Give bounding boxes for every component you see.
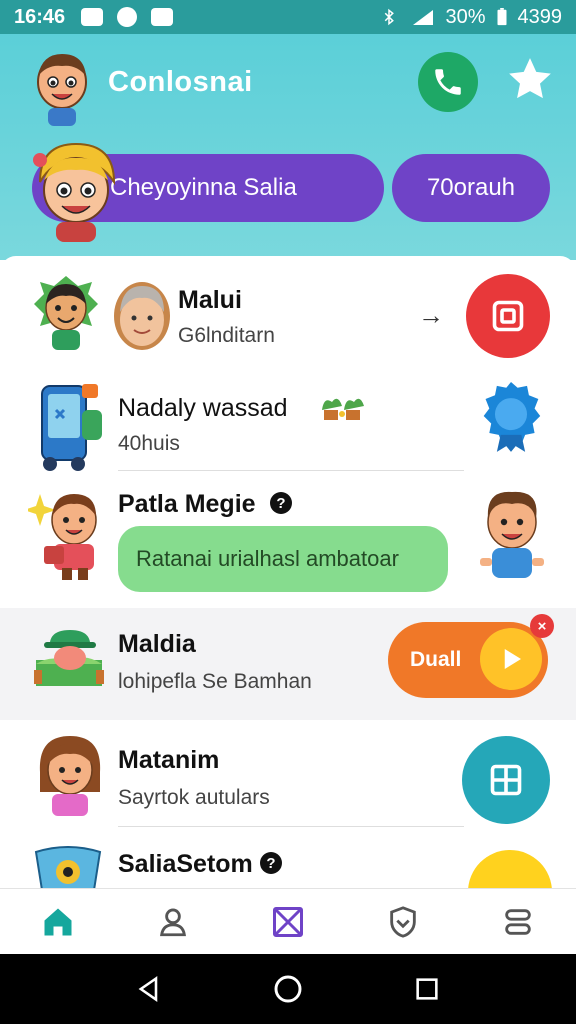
contact-photo-icon <box>114 282 170 350</box>
info-badge-icon[interactable]: ? <box>260 852 282 874</box>
home-icon <box>44 908 72 935</box>
nav-menu[interactable] <box>488 898 548 946</box>
notification-icon <box>151 8 174 26</box>
battery-percent: 30% <box>445 5 486 28</box>
frame-icon <box>492 300 524 332</box>
teal-action-button[interactable] <box>462 736 550 824</box>
header: Conlosnai Cheyoyinna Salia 70orauh <box>0 34 576 260</box>
boy-avatar-icon[interactable] <box>474 486 550 582</box>
recents-icon <box>416 978 438 1000</box>
red-action-button[interactable] <box>466 274 550 358</box>
nav-profile[interactable] <box>143 898 203 946</box>
contact-name: Matanim <box>118 746 220 774</box>
bluetooth-icon <box>385 8 395 26</box>
notification-icon <box>81 8 104 26</box>
play-icon <box>504 649 521 669</box>
battery-icon <box>497 8 506 26</box>
secondary-pill-label: 70orauh <box>426 174 516 201</box>
back-button[interactable] <box>129 969 169 1009</box>
divider <box>118 470 464 471</box>
whatsapp-button[interactable] <box>418 52 478 112</box>
contact-name: Malui <box>178 286 242 314</box>
girl-avatar-icon <box>39 736 101 816</box>
message-text: Ratanai urialhasl ambatoar <box>136 546 399 571</box>
contact-name: Nadaly wassad <box>118 394 288 422</box>
notification-icon <box>117 7 138 27</box>
phone-icon <box>435 69 461 95</box>
list-item[interactable]: SaliaSetom ? <box>0 828 576 888</box>
nav-shield[interactable] <box>373 898 433 946</box>
contact-avatar-icon <box>34 846 102 888</box>
yellow-action-button[interactable] <box>468 850 552 888</box>
featured-avatar-icon <box>33 142 116 242</box>
plant-emoji-icon <box>322 398 364 420</box>
info-badge-icon[interactable]: ? <box>270 492 292 514</box>
status-time: 16:46 <box>14 5 66 28</box>
phone-robot-icon <box>41 384 102 471</box>
system-nav-bar <box>0 954 576 1024</box>
list-item[interactable]: Matanim Sayrtok autulars <box>0 720 576 828</box>
contact-list: Malui G6lnditarn → Nadaly wassad 40huis <box>0 256 576 888</box>
divider <box>118 826 464 827</box>
recents-button[interactable] <box>407 969 447 1009</box>
secondary-pill-button[interactable]: 70orauh <box>392 154 550 222</box>
menu-icon <box>505 908 532 935</box>
contact-subtitle: lohipefla Se Bamhan <box>118 670 312 693</box>
nav-home[interactable] <box>28 898 88 946</box>
home-button[interactable] <box>268 969 308 1009</box>
contact-subtitle: Sayrtok autulars <box>118 786 270 809</box>
status-bar: 16:46 30% 4399 <box>0 0 576 34</box>
contact-subtitle: G6lnditarn <box>178 324 275 347</box>
list-item[interactable]: Nadaly wassad 40huis <box>0 368 576 472</box>
contact-name: Maldia <box>118 630 196 658</box>
list-item[interactable]: Malui G6lnditarn → <box>0 256 576 368</box>
status-extra: 4399 <box>517 5 563 28</box>
arrow-icon[interactable]: → <box>418 300 444 331</box>
deal-button[interactable]: Duall × <box>388 614 554 698</box>
badge-icon[interactable] <box>478 378 544 454</box>
message-bubble[interactable]: Ratanai urialhasl ambatoar <box>118 526 448 592</box>
close-badge[interactable]: × <box>530 614 554 638</box>
landscape-avatar-icon <box>34 630 104 686</box>
home-circle-icon <box>274 975 302 1003</box>
play-button[interactable] <box>480 628 542 690</box>
mail-icon <box>272 906 303 937</box>
list-item[interactable]: Patla Megie ? Ratanai urialhasl ambatoar <box>0 472 576 608</box>
profile-icon <box>159 908 186 936</box>
bottom-nav <box>0 888 576 954</box>
back-icon <box>138 976 158 1002</box>
deal-label: Duall <box>410 648 462 671</box>
app-title: Conlosnai <box>108 66 253 98</box>
contact-subtitle: 40huis <box>118 432 180 455</box>
contact-name: Patla Megie <box>118 490 256 518</box>
signal-icon <box>413 10 434 25</box>
primary-pill-label: Cheyoyinna Salia <box>110 174 297 201</box>
contact-name: SaliaSetom <box>118 850 253 878</box>
grid-icon <box>490 764 522 796</box>
nav-mail[interactable] <box>258 898 318 946</box>
star-icon[interactable] <box>505 54 555 104</box>
contact-avatar-icon <box>34 276 98 350</box>
contact-avatar-icon <box>28 494 97 580</box>
user-avatar-icon[interactable] <box>30 48 94 128</box>
shield-icon <box>390 905 416 938</box>
